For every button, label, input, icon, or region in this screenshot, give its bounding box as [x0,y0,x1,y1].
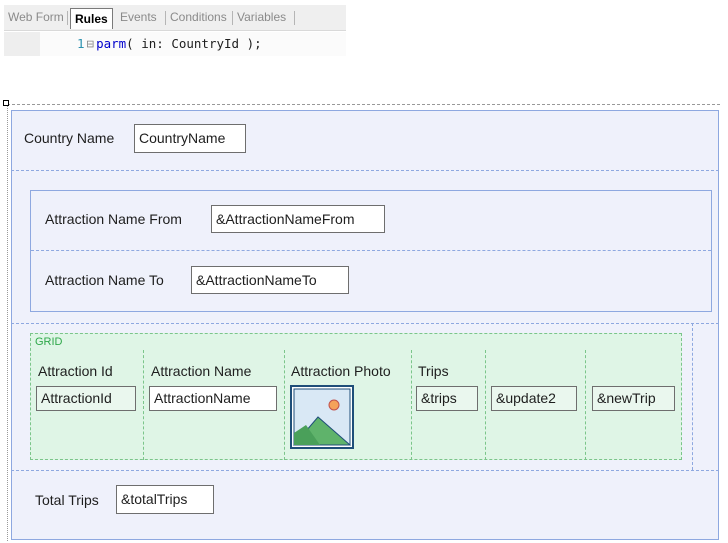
country-name-field[interactable]: CountryName [134,124,246,153]
resize-handle[interactable] [3,100,9,106]
attraction-name-from-label: Attraction Name From [45,211,182,227]
tab-separator [294,11,295,25]
update-button[interactable]: &update2 [491,386,577,411]
code-gutter [4,32,40,56]
grid-column-divider [485,350,486,460]
grid-attraction-name-field[interactable]: AttractionName [149,386,277,411]
main-table [11,110,719,540]
tab-web-form[interactable]: Web Form [8,9,64,26]
attraction-name-to-label: Attraction Name To [45,272,164,288]
row-divider [11,170,719,171]
grid-title: GRID [35,336,63,348]
grid-column-divider [411,350,412,460]
tab-events[interactable]: Events [120,9,157,26]
fold-toggle-icon[interactable]: ⊟ [87,36,95,51]
grid-header-trips[interactable]: Trips [418,363,449,379]
tab-conditions[interactable]: Conditions [170,9,227,26]
total-trips-field[interactable]: &totalTrips [116,485,214,514]
code-keyword: parm [96,36,127,51]
tab-rules[interactable]: Rules [70,8,113,29]
editor-tab-strip: Web Form Rules Events Conditions Variabl… [4,5,346,31]
grid-column-divider [585,350,586,460]
tab-variables[interactable]: Variables [237,9,286,26]
tab-separator [67,11,68,25]
attraction-name-to-field[interactable]: &AttractionNameTo [191,266,349,294]
new-trip-button[interactable]: &newTrip [592,386,675,411]
grid-header-attraction-photo[interactable]: Attraction Photo [291,363,391,379]
grid-column-divider [143,350,144,460]
grid-header-attraction-name[interactable]: Attraction Name [151,363,251,379]
line-number: 1 [77,36,85,51]
code-line[interactable]: 1 ⊟ parm( in: CountryId ); [77,36,262,51]
tab-separator [165,11,166,25]
row-divider [11,470,719,471]
attraction-name-from-field[interactable]: &AttractionNameFrom [211,205,385,233]
row-divider [31,250,711,251]
tab-separator [232,11,233,25]
code-text: ( in: CountryId ); [126,36,262,51]
image-icon[interactable] [290,385,354,449]
column-divider [692,323,693,470]
grid-column-divider [284,350,285,460]
country-name-label: Country Name [24,130,115,146]
grid-header-attraction-id[interactable]: Attraction Id [38,363,113,379]
grid-trips-field[interactable]: &trips [416,386,478,411]
grid-attraction-id-field[interactable]: AttractionId [36,386,136,411]
row-divider [11,323,719,324]
total-trips-label: Total Trips [35,492,99,508]
